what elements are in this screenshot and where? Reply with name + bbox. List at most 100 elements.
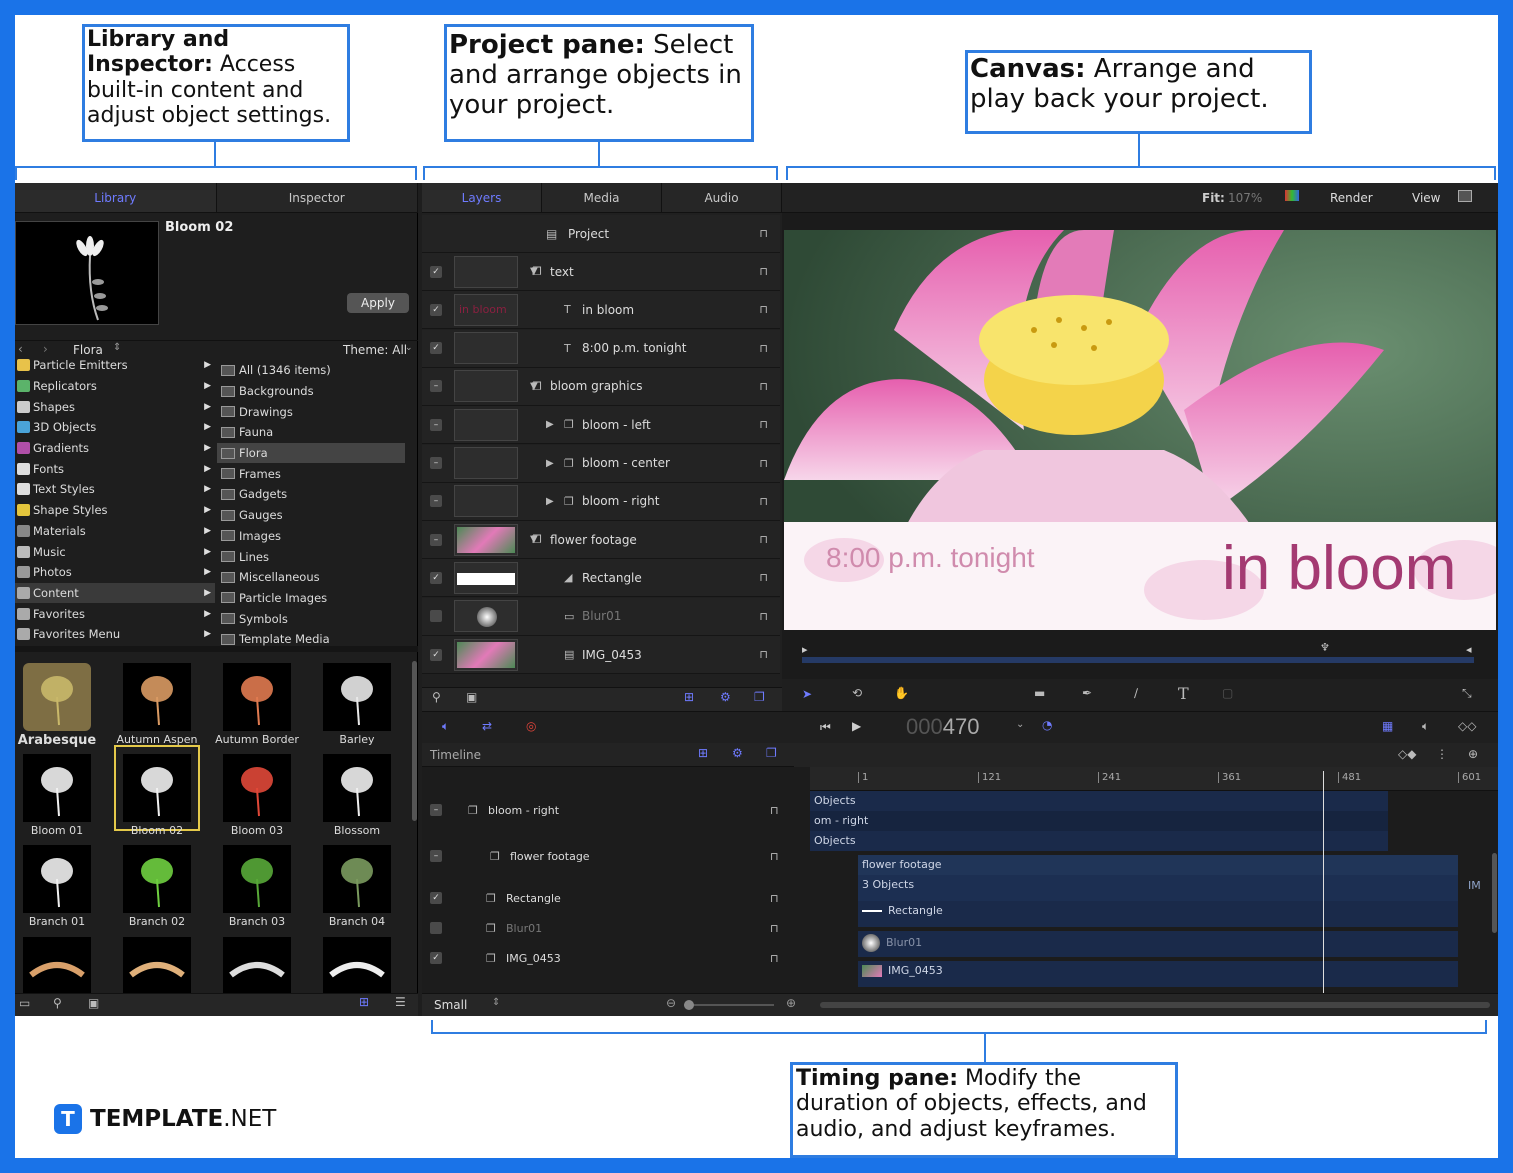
play-icon[interactable]: ▶ <box>852 719 861 733</box>
timeline-layer-row[interactable]: ❐ Blur01 ⊓ <box>422 917 794 939</box>
timeline-track-bar[interactable]: Objects <box>810 791 1388 811</box>
folder-item[interactable]: Backgrounds <box>217 381 405 402</box>
library-item-thumbnail[interactable] <box>123 663 191 731</box>
lock-icon[interactable]: ⊓ <box>759 227 768 240</box>
audio-icon[interactable]: 🔈︎ <box>442 719 449 734</box>
grid-scrollbar[interactable] <box>412 661 417 821</box>
forward-icon[interactable]: › <box>43 342 48 356</box>
color-channel-icon[interactable] <box>1285 190 1299 201</box>
pan-tool-icon[interactable]: ✋ <box>894 686 909 700</box>
snap-icon[interactable]: ⋮ <box>1436 747 1448 761</box>
library-item-thumbnail[interactable] <box>223 663 291 731</box>
loop-icon[interactable]: ⇄ <box>482 719 492 733</box>
render-menu[interactable]: Render <box>1330 191 1373 205</box>
layer-checkbox[interactable]: – <box>430 495 442 508</box>
category-item[interactable]: Favorites Menu ▶ <box>15 624 215 645</box>
layer-row[interactable]: ✓ ▤ IMG_0453 ⊓ <box>422 636 780 674</box>
category-item[interactable]: Photos ▶ <box>15 562 215 583</box>
library-item-thumbnail[interactable] <box>223 845 291 913</box>
thumbnail-toggle-icon[interactable]: ▣ <box>466 690 477 704</box>
timeline-horizontal-scrollbar[interactable] <box>820 1002 1490 1008</box>
tab-audio[interactable]: Audio <box>662 183 782 212</box>
category-item[interactable]: Text Styles ▶ <box>15 479 215 500</box>
timeline-track-bar[interactable]: Rectangle <box>858 901 1458 927</box>
category-item[interactable]: Music ▶ <box>15 541 215 562</box>
timeline-vertical-scrollbar[interactable] <box>1492 853 1497 933</box>
canvas-image[interactable]: 8:00 p.m. tonight in bloom <box>784 230 1496 630</box>
library-item-thumbnail[interactable] <box>323 845 391 913</box>
folder-item[interactable]: Miscellaneous <box>217 567 405 588</box>
lock-icon[interactable]: ⊓ <box>759 418 768 431</box>
layer-checkbox[interactable]: ✓ <box>430 342 442 355</box>
new-folder-icon[interactable]: ▭ <box>19 996 30 1010</box>
disclosure-right-icon[interactable]: ▶ <box>546 496 554 507</box>
search-icon[interactable]: ⚲ <box>432 690 441 704</box>
lock-icon[interactable]: ⊓ <box>759 265 768 278</box>
category-item[interactable]: 3D Objects ▶ <box>15 417 215 438</box>
overlay-time-text[interactable]: 8:00 p.m. tonight <box>826 542 1035 574</box>
timeline-track-bar[interactable]: 3 Objects <box>858 875 1458 901</box>
folder-item[interactable]: Symbols <box>217 608 405 629</box>
folder-item[interactable]: Particle Images <box>217 588 405 609</box>
folder-item[interactable]: Gadgets <box>217 484 405 505</box>
layer-row[interactable]: – ▶ ❐ bloom - right ⊓ <box>422 482 780 521</box>
layer-checkbox[interactable]: ✓ <box>430 571 442 584</box>
filmstrip-icon[interactable]: ▦ <box>1382 719 1393 733</box>
theme-selector[interactable]: Theme: All <box>343 343 407 357</box>
layer-row[interactable]: ✓ ▼ ❐ text ⊓ <box>422 253 780 291</box>
timeline-playhead[interactable] <box>1323 771 1324 997</box>
layer-checkbox[interactable]: ✓ <box>430 892 442 904</box>
category-item[interactable]: Fonts ▶ <box>15 458 215 479</box>
fullscreen-icon[interactable]: ⤡ <box>1462 686 1472 701</box>
timeline-layer-row[interactable]: – ❐ flower footage ⊓ <box>422 845 794 867</box>
lock-icon[interactable]: ⊓ <box>759 303 768 316</box>
folder-item[interactable]: All (1346 items) <box>217 360 405 381</box>
library-item-thumbnail[interactable] <box>223 754 291 822</box>
tab-inspector[interactable]: Inspector <box>217 183 418 212</box>
lock-icon[interactable]: ⊓ <box>759 533 768 546</box>
category-item[interactable]: Particle Emitters ▶ <box>15 355 215 376</box>
mask-tool-icon[interactable]: ▢ <box>1222 686 1233 700</box>
library-item-thumbnail[interactable] <box>23 754 91 822</box>
library-item-thumbnail[interactable] <box>323 937 391 993</box>
layer-row[interactable]: ▭ Blur01 ⊓ <box>422 597 780 636</box>
layer-row[interactable]: – ▼ ❐ bloom graphics ⊓ <box>422 367 780 406</box>
zoom-icon[interactable]: ⊕ <box>1468 747 1478 761</box>
lock-icon[interactable]: ⊓ <box>759 380 768 393</box>
library-item-thumbnail[interactable] <box>23 937 91 993</box>
library-item-thumbnail[interactable] <box>323 754 391 822</box>
preview-icon[interactable]: ▣ <box>88 996 99 1010</box>
filters-icon[interactable]: ❐ <box>766 746 777 760</box>
layer-row[interactable]: – ▼ ❐ flower footage ⊓ <box>422 521 780 560</box>
layer-checkbox[interactable]: – <box>430 533 442 546</box>
zoom-in-icon[interactable]: ⊕ <box>786 996 796 1010</box>
timeline-layer-row[interactable]: ✓ ❐ Rectangle ⊓ <box>422 887 794 909</box>
add-layer-icon[interactable]: ⊞ <box>698 746 708 760</box>
go-to-start-icon[interactable]: ⏮︎ <box>820 720 831 735</box>
timeline-track-bar[interactable]: Objects <box>810 831 1388 851</box>
layer-row[interactable]: ✓ T 8:00 p.m. tonight ⊓ <box>422 329 780 368</box>
folder-item[interactable]: Frames <box>217 463 405 484</box>
disclosure-right-icon[interactable]: ▶ <box>546 419 554 430</box>
lock-icon[interactable]: ⊓ <box>759 571 768 584</box>
project-row[interactable]: ▤ Project ⊓ <box>422 215 780 253</box>
timecode-display[interactable]: 000470 <box>906 714 979 740</box>
fit-value[interactable]: 107% <box>1228 191 1262 205</box>
library-item-thumbnail[interactable] <box>123 845 191 913</box>
keyframe-nav-icon[interactable]: ◇◆ <box>1398 747 1416 761</box>
timeline-track-bar[interactable]: IMG_0453 <box>858 961 1458 987</box>
layer-checkbox[interactable] <box>430 610 442 623</box>
timeline-track-bar[interactable]: Blur01 <box>858 931 1458 957</box>
list-view-icon[interactable]: ☰ <box>395 995 406 1009</box>
folder-item[interactable]: Gauges <box>217 505 405 526</box>
layer-row[interactable]: – ▶ ❐ bloom - center ⊓ <box>422 444 780 483</box>
library-item-thumbnail[interactable] <box>23 845 91 913</box>
layer-checkbox[interactable]: ✓ <box>430 952 442 964</box>
layer-checkbox[interactable]: ✓ <box>430 648 442 661</box>
back-icon[interactable]: ‹ <box>18 342 23 356</box>
category-item[interactable]: Favorites ▶ <box>15 603 215 624</box>
filters-icon[interactable]: ❐ <box>754 690 765 704</box>
zoom-slider-knob[interactable] <box>684 1000 694 1010</box>
layer-checkbox[interactable]: ✓ <box>430 265 442 278</box>
playhead-icon[interactable]: ♆ <box>1320 641 1330 654</box>
